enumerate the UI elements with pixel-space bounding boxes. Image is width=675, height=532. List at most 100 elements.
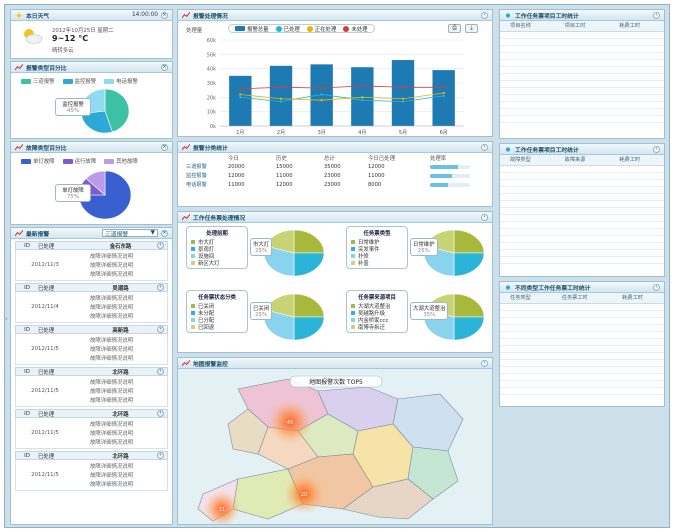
type-hours-expand-icon[interactable]: ›	[653, 283, 660, 291]
map-marker[interactable]: 45	[287, 420, 293, 426]
table-row	[500, 186, 664, 194]
alarm-map[interactable]: 45 20 31 地图报警次数 TOP5	[178, 369, 493, 525]
line-point[interactable]	[279, 100, 283, 103]
bar[interactable]	[391, 60, 415, 126]
bar[interactable]	[229, 75, 252, 126]
line-point[interactable]	[239, 93, 242, 96]
bar[interactable]	[432, 70, 455, 126]
line-point[interactable]	[320, 99, 323, 102]
line-point[interactable]	[401, 86, 405, 89]
alarm-expand-icon[interactable]: ›	[157, 368, 164, 375]
task-card-c2[interactable]: 任务票类型 日常维护 突发事件 扑修 补盖	[346, 226, 408, 269]
alarm-item-header[interactable]: ID 已处理 吴潮路 ›	[15, 283, 168, 292]
item-label: 已回退	[198, 324, 215, 331]
pie-slice[interactable]	[293, 293, 325, 318]
line-point[interactable]	[401, 97, 405, 100]
latest-alarm-header: 最新报警 三道报警 ▼ ×	[11, 228, 172, 239]
alarm-chart-expand-icon[interactable]: ›	[481, 11, 488, 19]
stats-col: 今日已处理	[368, 156, 395, 162]
line-point[interactable]	[279, 86, 283, 89]
alarm-type-select[interactable]: 三道报警 ▼	[102, 229, 158, 238]
task-card-c1[interactable]: 处理前期 市大灯 景观灯 设施间 新区大灯	[186, 226, 248, 269]
type-hours-header: 不同类型工作任务票工时统计 ›	[500, 282, 664, 293]
pie-slice[interactable]	[293, 252, 325, 277]
dashboard-frame: 本日天气 14:00:00 × 2012年10月25日 星期二 9~12 °C …	[4, 4, 670, 528]
pie-slice[interactable]	[293, 229, 325, 254]
col-header: 耗费工时	[612, 293, 664, 304]
pie-slice[interactable]	[453, 293, 485, 318]
callout-name: 大湖大道整治	[413, 306, 446, 312]
chart-icon	[15, 143, 23, 150]
x-tick-label: 2月	[277, 130, 285, 136]
alarm-id: ID	[24, 452, 30, 459]
line-point[interactable]	[361, 84, 364, 88]
line-point[interactable]	[279, 97, 283, 100]
project-hours-expand-icon[interactable]: ›	[653, 11, 660, 19]
alarm-expand-icon[interactable]: ›	[157, 284, 164, 291]
latest-alarm-close-icon[interactable]: ×	[161, 229, 168, 237]
pie-slice[interactable]	[453, 252, 485, 277]
fault-hours-expand-icon[interactable]: ›	[653, 145, 660, 153]
project-hours-table: 项目名称 项目工时 耗费工时	[500, 21, 664, 123]
alarm-chart-header: 报警处理情况 ›	[178, 10, 492, 21]
alarm-road: 北环路	[112, 411, 129, 418]
print-icon[interactable]: ⎙	[448, 24, 461, 33]
line-point[interactable]	[239, 96, 242, 99]
line-point[interactable]	[361, 99, 364, 102]
alarm-expand-icon[interactable]: ›	[157, 410, 164, 417]
pie-slice[interactable]	[293, 316, 325, 341]
task-card-title: 任务票来源项目	[358, 295, 396, 301]
pie-slice[interactable]	[453, 316, 485, 341]
fault-type-panel: 故障类型百分比 × 单灯故障 运行故障 其他故障 单灯故障 75%	[10, 141, 173, 225]
table-row	[500, 66, 664, 74]
alarm-detail-line: 故障详细情况说明	[90, 380, 134, 386]
line-point[interactable]	[320, 93, 323, 96]
line-point[interactable]	[239, 87, 242, 90]
map-marker[interactable]: 20	[301, 492, 307, 498]
table-row	[500, 172, 664, 180]
alarm-expand-icon[interactable]: ›	[157, 242, 164, 249]
alarm-item-header[interactable]: ID 已处理 北环路 ›	[15, 409, 168, 418]
task-expand-icon[interactable]: ›	[481, 213, 488, 221]
table-row	[500, 366, 664, 374]
col-header: 项目工时	[554, 21, 610, 32]
item-swatch	[351, 317, 355, 322]
line-point[interactable]	[401, 100, 405, 103]
fault-type-header: 故障类型百分比 ×	[11, 142, 172, 153]
type-hours-panel: 不同类型工作任务票工时统计 › 任务类型 任务票工时 耗费工时	[499, 281, 665, 407]
alarm-item-header[interactable]: ID 已处理 高新路 ›	[15, 325, 168, 334]
task-card-c4[interactable]: 任务票来源项目 大湖大道整治 吴越路升级 内金桥家ccc 南博寺拆迁	[346, 290, 408, 333]
collapse-left-handle[interactable]: ‹	[5, 315, 8, 323]
x-tick-label: 5月	[399, 130, 407, 136]
save-icon[interactable]: ⤓	[465, 24, 478, 33]
fault-type-close-icon[interactable]: ×	[161, 143, 168, 151]
alarm-expand-icon[interactable]: ›	[157, 326, 164, 333]
weather-close-icon[interactable]: ×	[161, 11, 168, 19]
y-tick-label: 40k	[207, 67, 216, 73]
item-swatch	[351, 246, 355, 251]
map-marker[interactable]: 31	[219, 507, 225, 513]
legend-label: 监控报警	[74, 79, 97, 85]
alarm-item-header[interactable]: ID 已处理 北环路 ›	[15, 451, 168, 460]
task-card-c3[interactable]: 任务票状态分类 已关闭 未分配 已分配 已回退	[186, 290, 248, 333]
alarm-type-close-icon[interactable]: ×	[161, 63, 168, 71]
item-swatch	[351, 310, 355, 315]
sun-icon	[505, 146, 511, 152]
line-point[interactable]	[442, 86, 445, 89]
line-point[interactable]	[361, 96, 364, 99]
chart-icon	[15, 229, 23, 236]
alarm-stats-expand-icon[interactable]: ›	[481, 143, 488, 151]
map-expand-icon[interactable]: ›	[481, 359, 488, 367]
fault-type-legend: 单灯故障 运行故障 其他故障	[11, 153, 172, 169]
line-point[interactable]	[442, 94, 445, 98]
line-point[interactable]	[320, 86, 323, 90]
pie-slice[interactable]	[453, 229, 485, 254]
item-swatch	[351, 239, 355, 244]
alarm-item-header[interactable]: ID 已处理 金石东路 ›	[15, 241, 168, 250]
bar[interactable]	[269, 65, 293, 126]
alarm-status: 已处理	[38, 285, 55, 292]
line-point[interactable]	[442, 91, 445, 95]
map-header: 地图报警监控 ›	[178, 358, 492, 369]
alarm-expand-icon[interactable]: ›	[157, 452, 164, 459]
alarm-item-header[interactable]: ID 已处理 北环路 ›	[15, 367, 168, 376]
